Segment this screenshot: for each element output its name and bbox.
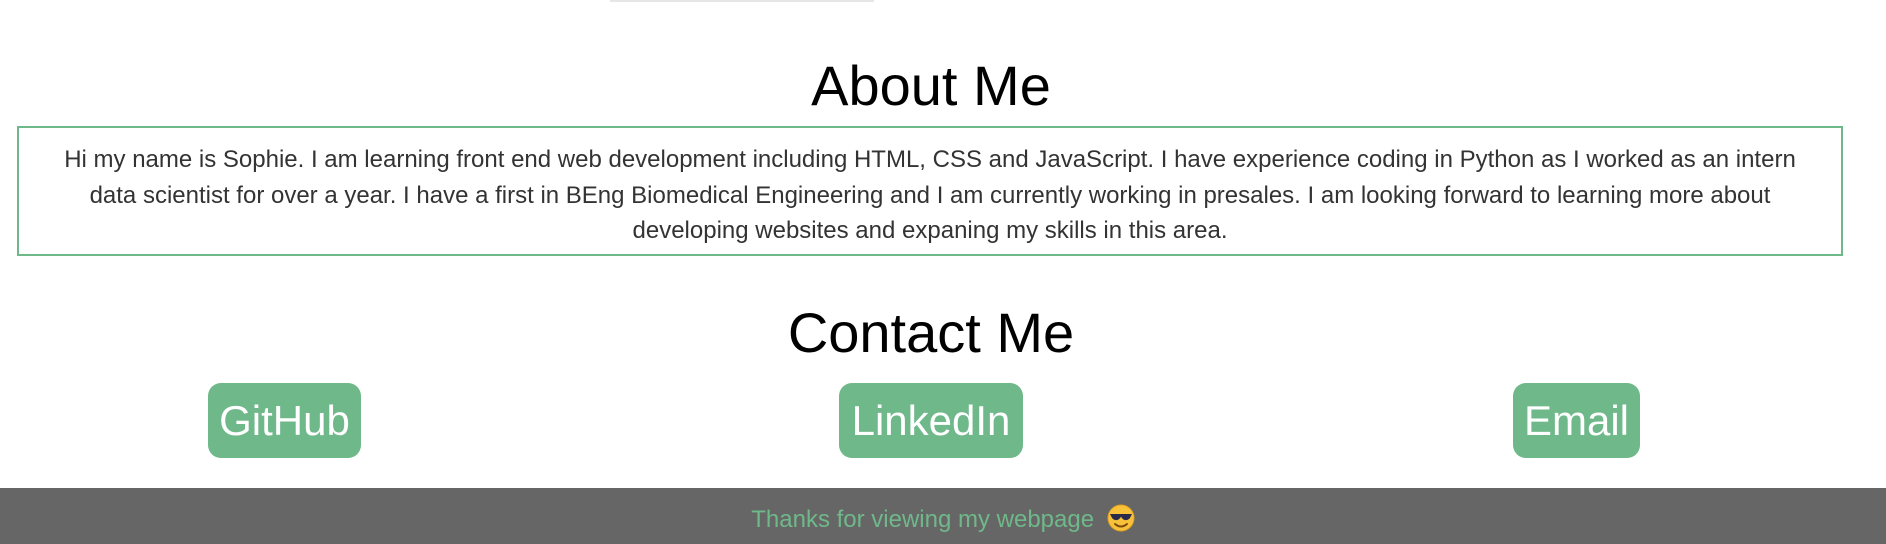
email-button[interactable]: Email — [1513, 383, 1640, 458]
page: About Me Hi my name is Sophie. I am lear… — [0, 0, 1886, 544]
about-title: About Me — [811, 54, 1051, 117]
footer: Thanks for viewing my webpage — [0, 488, 1886, 544]
about-text-box: Hi my name is Sophie. I am learning fron… — [17, 126, 1843, 256]
sunglasses-face-icon — [1107, 493, 1135, 532]
about-text: Hi my name is Sophie. I am learning fron… — [64, 146, 1796, 244]
footer-text: Thanks for viewing my webpage — [751, 506, 1095, 533]
top-divider — [610, 0, 874, 2]
contact-title: Contact Me — [787, 301, 1075, 364]
github-button[interactable]: GitHub — [208, 383, 361, 458]
linkedin-button[interactable]: LinkedIn — [839, 383, 1023, 458]
